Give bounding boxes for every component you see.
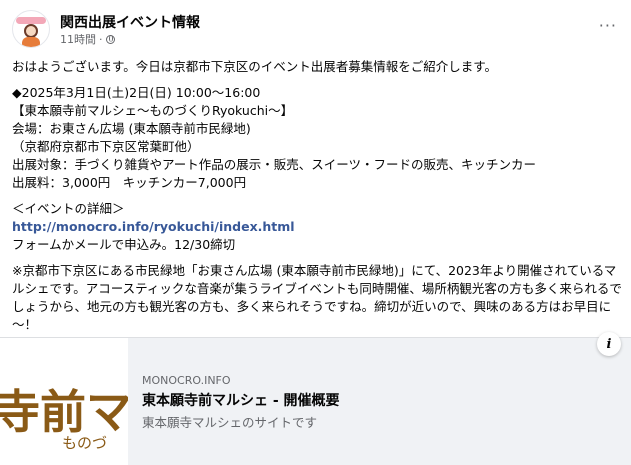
meta-separator: · bbox=[99, 32, 103, 46]
post-line-greeting: おはようございます。今日は京都市下京区のイベント出展者募集情報をご紹介します。 bbox=[12, 59, 498, 74]
post-body: おはようございます。今日は京都市下京区のイベント出展者募集情報をご紹介します。 … bbox=[12, 58, 624, 334]
info-icon[interactable]: i bbox=[597, 332, 621, 356]
post-line-target: 出展対象：手づくり雑貨やアート作品の展示・販売、スイーツ・フードの販売、キッチン… bbox=[12, 157, 537, 172]
page-name[interactable]: 関西出展イベント情報 bbox=[60, 12, 200, 32]
link-preview-thumbnail[interactable]: 寺前マ ものづ bbox=[0, 338, 128, 465]
post-line-event-name: 【東本願寺前マルシェ～ものづくりRyokuchi～】 bbox=[12, 103, 294, 118]
post-line-fee: 出展料：3,000円 キッチンカー7,000円 bbox=[12, 175, 247, 190]
link-preview-title[interactable]: 東本願寺前マルシェ - 開催概要 bbox=[142, 390, 340, 410]
link-preview-card[interactable]: 寺前マ ものづ MONOCRO.INFO 東本願寺前マルシェ - 開催概要 東本… bbox=[0, 332, 631, 465]
avatar-banner bbox=[16, 17, 46, 24]
post-line-date: ◆2025年3月1日(土)2日(日) 10:00～16:00 bbox=[12, 85, 261, 100]
post-time[interactable]: 11時間 bbox=[60, 31, 96, 47]
link-preview-description: 東本願寺マルシェのサイトです bbox=[142, 415, 318, 430]
avatar-body bbox=[22, 37, 40, 47]
more-options-button[interactable]: ··· bbox=[599, 16, 617, 35]
globe-icon[interactable] bbox=[105, 34, 115, 44]
post-line-apply: フォームかメールで申込み。12/30締切 bbox=[12, 237, 236, 252]
post-line-venue: 会場：お東さん広場 (東本願寺前市民緑地) bbox=[12, 121, 251, 136]
post-line-details-heading: ＜イベントの詳細＞ bbox=[12, 201, 125, 216]
post-paragraph-note: ※京都市下京区にある市民緑地「お東さん広場 (東本願寺前市民緑地)」にて、202… bbox=[12, 263, 622, 332]
page-avatar[interactable] bbox=[12, 10, 50, 48]
link-preview-domain: MONOCRO.INFO bbox=[142, 374, 231, 387]
post-meta: 11時間 · bbox=[60, 31, 115, 47]
event-details-link[interactable]: http://monocro.info/ryokuchi/index.html bbox=[12, 219, 295, 234]
avatar-face bbox=[24, 24, 38, 38]
post-line-address: （京都府京都市下京区常葉町他） bbox=[12, 139, 200, 154]
post-header: 関西出展イベント情報 11時間 · ··· bbox=[0, 0, 631, 56]
thumbnail-sub-text: ものづ bbox=[62, 434, 108, 452]
